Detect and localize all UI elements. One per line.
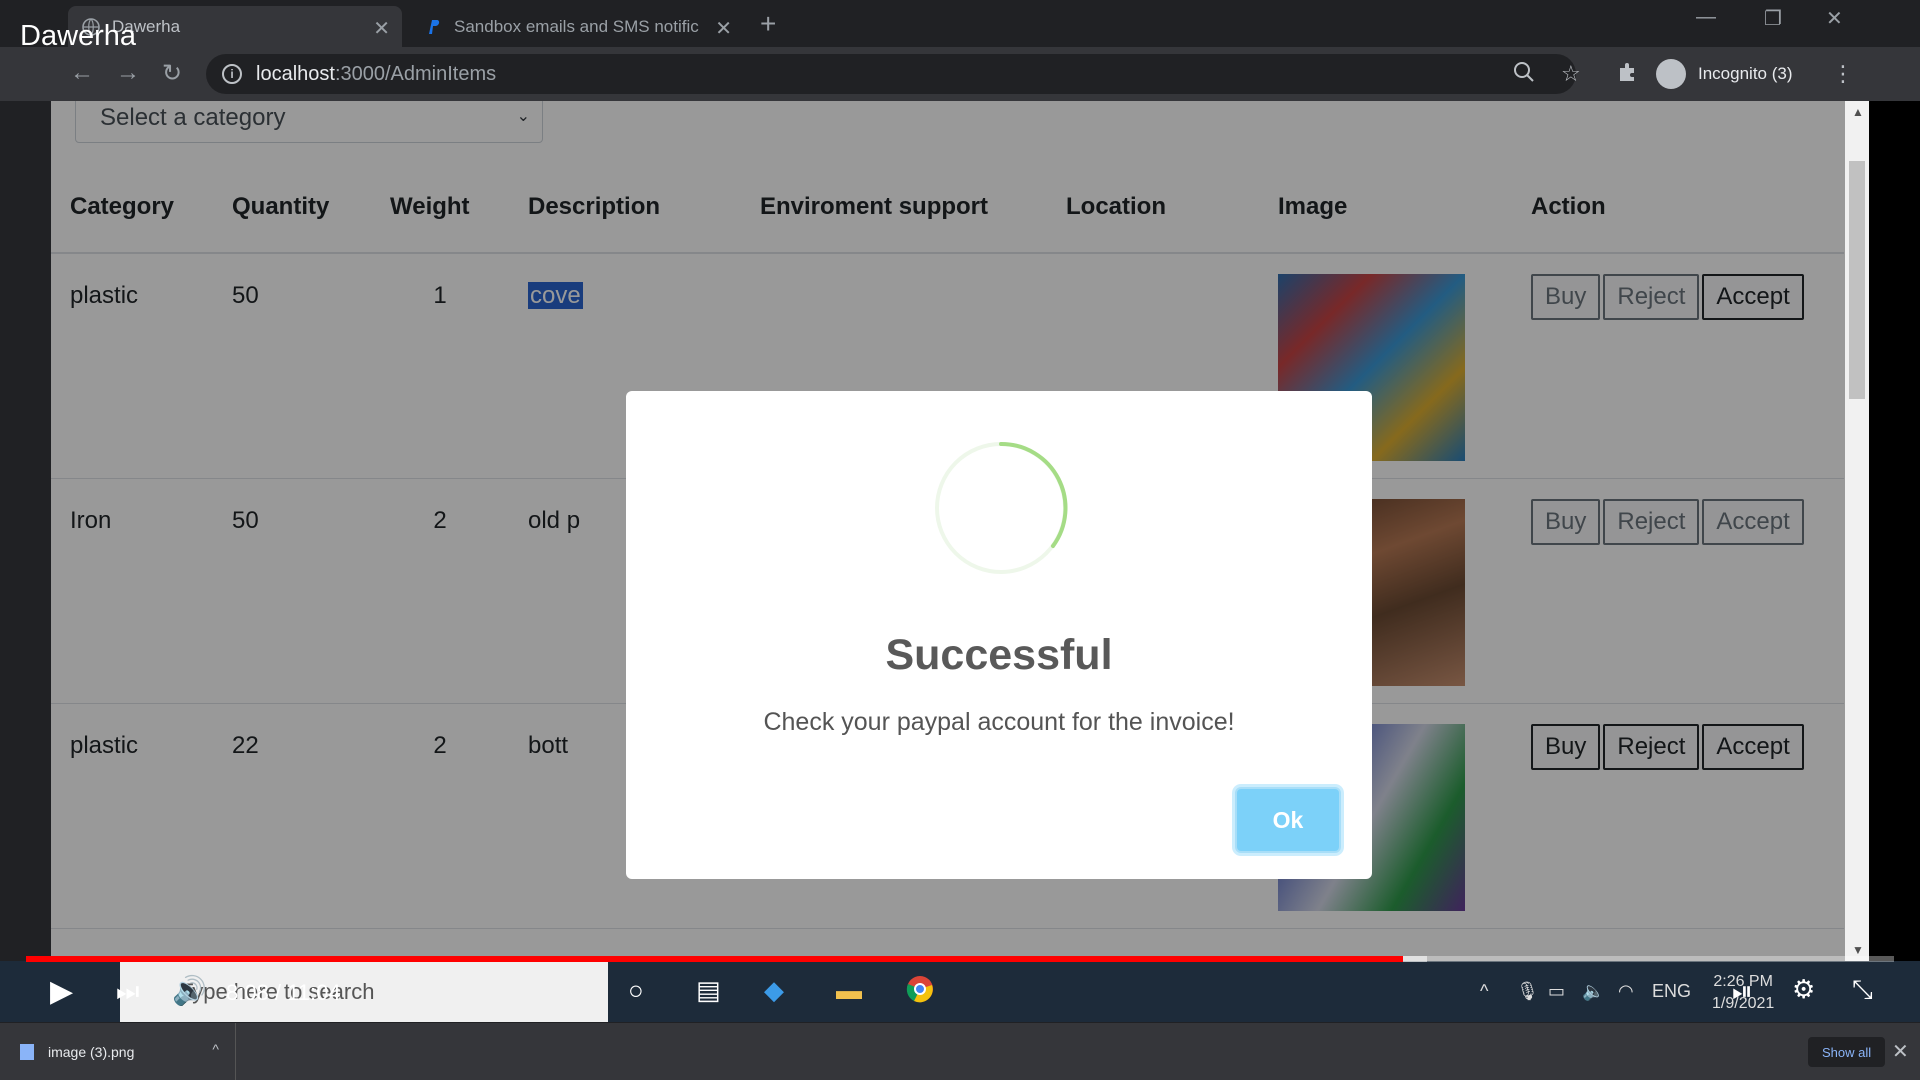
incognito-icon (1656, 59, 1686, 89)
menu-dots-icon[interactable]: ⋮ (1832, 61, 1854, 87)
success-modal: Successful Check your paypal account for… (626, 391, 1372, 879)
video-letterbox (1869, 101, 1920, 961)
video-controls: ▶ ⏭ 🔊 8:08 / 11:04 ⏯ ⚙ ⤡ (0, 966, 1920, 1022)
download-filename: image (3).png (48, 1044, 135, 1060)
browser-window: Dawerha ✕ Sandbox emails and SMS notific… (0, 0, 1920, 1022)
video-time: 8:08 / 11:04 (226, 980, 341, 1005)
extensions-icon[interactable] (1617, 61, 1639, 89)
close-window-icon[interactable]: ✕ (1826, 6, 1843, 31)
screen: Dawerha ✕ Sandbox emails and SMS notific… (0, 0, 1920, 1080)
url-host: localhost (256, 62, 335, 85)
success-spinner-icon (935, 441, 1068, 574)
download-bar: image (3).png ^ Show all ✕ (0, 1022, 1920, 1080)
autoplay-toggle[interactable]: ⏯ (1732, 976, 1753, 1008)
page-viewport: Select a category ⌄ Category Quantity We… (51, 101, 1869, 961)
tab-strip: Dawerha ✕ Sandbox emails and SMS notific… (0, 0, 1920, 47)
browser-toolbar: ← → ↻ i localhost:3000/AdminItems ☆ Inco… (0, 47, 1920, 101)
site-info-icon[interactable]: i (222, 64, 242, 84)
tab-label: Sandbox emails and SMS notific (454, 16, 699, 36)
address-bar[interactable]: i localhost:3000/AdminItems (206, 54, 1576, 94)
video-title[interactable]: Dawerha (20, 20, 136, 53)
url-path: :3000/AdminItems (334, 62, 497, 85)
chevron-up-icon[interactable]: ^ (212, 1041, 219, 1057)
show-all-button[interactable]: Show all (1808, 1037, 1886, 1067)
download-item[interactable]: image (3).png ^ (0, 1023, 236, 1080)
incognito-label: Incognito (3) (1698, 64, 1793, 83)
close-download-bar-icon[interactable]: ✕ (1892, 1039, 1909, 1064)
close-tab-icon[interactable]: ✕ (373, 16, 390, 41)
zoom-icon[interactable] (1513, 61, 1535, 89)
scroll-down-icon[interactable]: ▼ (1852, 943, 1864, 957)
modal-message: Check your paypal account for the invoic… (763, 708, 1235, 736)
minimize-icon[interactable]: — (1696, 6, 1716, 29)
incognito-profile[interactable]: Incognito (3) (1656, 55, 1793, 93)
scroll-up-icon[interactable]: ▲ (1852, 105, 1864, 119)
paypal-icon (424, 18, 442, 36)
back-icon[interactable]: ← (70, 59, 94, 87)
close-tab-icon[interactable]: ✕ (715, 16, 732, 41)
bookmark-star-icon[interactable]: ☆ (1561, 61, 1581, 87)
exit-fullscreen-icon[interactable]: ⤡ (1852, 974, 1873, 1006)
reload-icon[interactable]: ↻ (162, 59, 182, 88)
video-progress-bar[interactable] (26, 956, 1894, 962)
modal-title: Successful (885, 631, 1113, 679)
restore-icon[interactable]: ❐ (1764, 6, 1782, 31)
volume-icon[interactable]: 🔊 (172, 974, 207, 1007)
video-progress-fill (26, 956, 1403, 962)
ok-button[interactable]: Ok (1235, 787, 1341, 853)
next-icon[interactable]: ⏭ (116, 976, 139, 1008)
play-icon[interactable]: ▶ (50, 974, 73, 1009)
tab-sandbox[interactable]: Sandbox emails and SMS notific ✕ (410, 6, 744, 47)
new-tab-icon[interactable]: + (760, 8, 776, 40)
scroll-thumb[interactable] (1849, 161, 1865, 399)
file-icon (20, 1044, 34, 1060)
forward-icon[interactable]: → (116, 59, 140, 87)
settings-gear-icon[interactable]: ⚙ (1792, 974, 1815, 1005)
page-scrollbar[interactable]: ▲ ▼ (1845, 101, 1869, 961)
